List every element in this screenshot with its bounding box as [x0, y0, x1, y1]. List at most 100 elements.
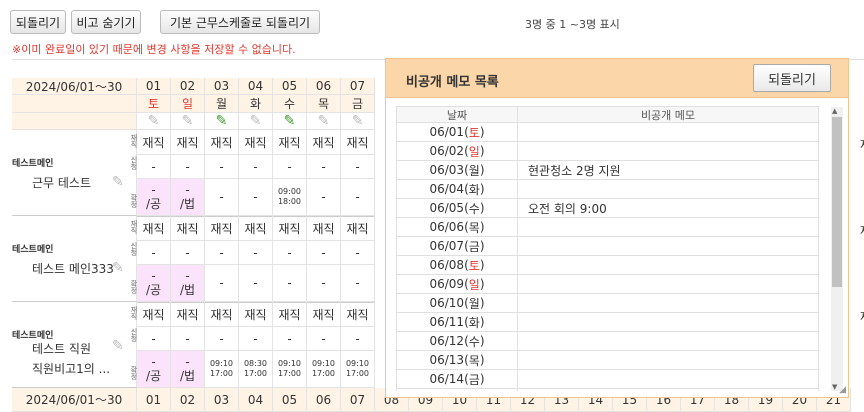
fixed-cell[interactable]: 08:30 17:00: [239, 351, 273, 388]
status-cell[interactable]: 재직: [341, 216, 375, 241]
status-cell[interactable]: 재직: [307, 216, 341, 241]
status-cell[interactable]: 재직: [307, 302, 341, 327]
fixed-cell[interactable]: -/법: [171, 351, 205, 388]
back-button[interactable]: 되돌리기: [10, 10, 66, 34]
fixed-cell[interactable]: -: [341, 265, 375, 302]
fixed-cell[interactable]: 09:10 17:00: [205, 351, 239, 388]
memo-weekday: 토: [468, 258, 480, 273]
request-cell[interactable]: -: [273, 155, 307, 179]
memo-row[interactable]: 06/06(목): [397, 218, 819, 237]
status-cell[interactable]: 재직: [137, 216, 171, 241]
scrollbar-thumb[interactable]: [832, 117, 842, 287]
fixed-cell[interactable]: 09:10 17:00: [307, 351, 341, 388]
memo-row[interactable]: 06/02(일): [397, 142, 819, 161]
edit-day-button[interactable]: ✎: [205, 113, 239, 130]
fixed-cell[interactable]: -: [239, 265, 273, 302]
fixed-cell[interactable]: -: [273, 265, 307, 302]
status-cell[interactable]: 재직: [205, 130, 239, 155]
request-cell[interactable]: -: [137, 327, 171, 351]
status-cell[interactable]: 재직: [273, 302, 307, 327]
status-cell[interactable]: 재직: [273, 216, 307, 241]
status-cell[interactable]: 재직: [137, 302, 171, 327]
fixed-cell[interactable]: -/공: [137, 265, 171, 302]
dialog-back-button[interactable]: 되돌리기: [753, 64, 831, 92]
edit-day-button[interactable]: ✎: [307, 113, 341, 130]
scroll-down-icon[interactable]: ▼: [832, 383, 837, 391]
status-cell[interactable]: 재직: [307, 130, 341, 155]
fixed-cell[interactable]: -: [205, 265, 239, 302]
fixed-cell[interactable]: -: [341, 179, 375, 216]
request-cell[interactable]: -: [307, 327, 341, 351]
fixed-cell[interactable]: -/법: [171, 265, 205, 302]
request-cell[interactable]: -: [239, 327, 273, 351]
fixed-cell[interactable]: 09:00 18:00: [273, 179, 307, 216]
memo-row[interactable]: 06/09(일): [397, 275, 819, 294]
edit-day-button[interactable]: ✎: [171, 113, 205, 130]
status-cell[interactable]: 재직: [239, 302, 273, 327]
scroll-up-icon[interactable]: ▲: [832, 107, 837, 115]
status-cell[interactable]: 재직: [171, 216, 205, 241]
memo-row[interactable]: 06/13(목): [397, 351, 819, 370]
status-cell[interactable]: 재직: [137, 130, 171, 155]
memo-row[interactable]: 06/01(토): [397, 123, 819, 142]
request-cell[interactable]: -: [205, 327, 239, 351]
status-cell[interactable]: 재직: [171, 130, 205, 155]
request-cell[interactable]: -: [341, 241, 375, 265]
request-cell[interactable]: -: [137, 241, 171, 265]
day-number-footer: 06: [307, 388, 341, 412]
fixed-cell[interactable]: 09:10 17:00: [273, 351, 307, 388]
request-cell[interactable]: -: [239, 241, 273, 265]
edit-day-button[interactable]: ✎: [273, 113, 307, 130]
memo-row[interactable]: 06/11(화): [397, 313, 819, 332]
edit-employee-icon[interactable]: ✎: [112, 260, 124, 276]
hide-notes-button[interactable]: 비고 숨기기: [71, 10, 141, 34]
memo-row[interactable]: 06/07(금): [397, 237, 819, 256]
status-cell[interactable]: 재직: [341, 302, 375, 327]
scrollbar[interactable]: ▲ ▼: [831, 107, 843, 391]
reset-schedule-button[interactable]: 기본 근무스케줄로 되돌리기: [160, 10, 320, 34]
request-cell[interactable]: -: [137, 155, 171, 179]
fixed-cell[interactable]: -: [307, 265, 341, 302]
memo-row[interactable]: 06/10(월): [397, 294, 819, 313]
memo-row[interactable]: 06/08(토): [397, 256, 819, 275]
fixed-cell[interactable]: -/법: [171, 179, 205, 216]
request-cell[interactable]: -: [341, 327, 375, 351]
fixed-cell[interactable]: -: [307, 179, 341, 216]
request-cell[interactable]: -: [273, 327, 307, 351]
memo-row[interactable]: 06/04(화): [397, 180, 819, 199]
status-cell[interactable]: 재직: [205, 216, 239, 241]
request-cell[interactable]: -: [341, 155, 375, 179]
status-cell[interactable]: 재직: [205, 302, 239, 327]
status-cell[interactable]: 재직: [273, 130, 307, 155]
memo-text: [518, 218, 819, 236]
fixed-cell[interactable]: -/공: [137, 179, 171, 216]
request-cell[interactable]: -: [239, 155, 273, 179]
fixed-cell[interactable]: -: [239, 179, 273, 216]
request-cell[interactable]: -: [171, 327, 205, 351]
edit-employee-icon[interactable]: ✎: [112, 174, 124, 190]
fixed-cell[interactable]: -/공: [137, 351, 171, 388]
request-cell[interactable]: -: [171, 155, 205, 179]
request-cell[interactable]: -: [273, 241, 307, 265]
edit-day-button[interactable]: ✎: [137, 113, 171, 130]
memo-row[interactable]: 06/15(토): [397, 389, 819, 391]
edit-day-button[interactable]: ✎: [341, 113, 375, 130]
fixed-cell[interactable]: -: [205, 179, 239, 216]
status-cell[interactable]: 재직: [171, 302, 205, 327]
request-cell[interactable]: -: [205, 241, 239, 265]
status-cell[interactable]: 재직: [239, 216, 273, 241]
memo-row[interactable]: 06/03(월) 현관청소 2명 지원: [397, 161, 819, 180]
request-cell[interactable]: -: [171, 241, 205, 265]
request-cell[interactable]: -: [307, 241, 341, 265]
request-cell[interactable]: -: [205, 155, 239, 179]
edit-day-button[interactable]: ✎: [239, 113, 273, 130]
status-cell[interactable]: 재직: [239, 130, 273, 155]
request-cell[interactable]: -: [307, 155, 341, 179]
memo-row[interactable]: 06/12(수): [397, 332, 819, 351]
resize-grip-icon[interactable]: ◢: [839, 385, 846, 395]
status-cell[interactable]: 재직: [341, 130, 375, 155]
fixed-cell[interactable]: 09:10 17:00: [341, 351, 375, 388]
memo-row[interactable]: 06/14(금): [397, 370, 819, 389]
memo-row[interactable]: 06/05(수) 오전 회의 9:00: [397, 199, 819, 218]
edit-employee-icon[interactable]: ✎: [112, 338, 124, 354]
